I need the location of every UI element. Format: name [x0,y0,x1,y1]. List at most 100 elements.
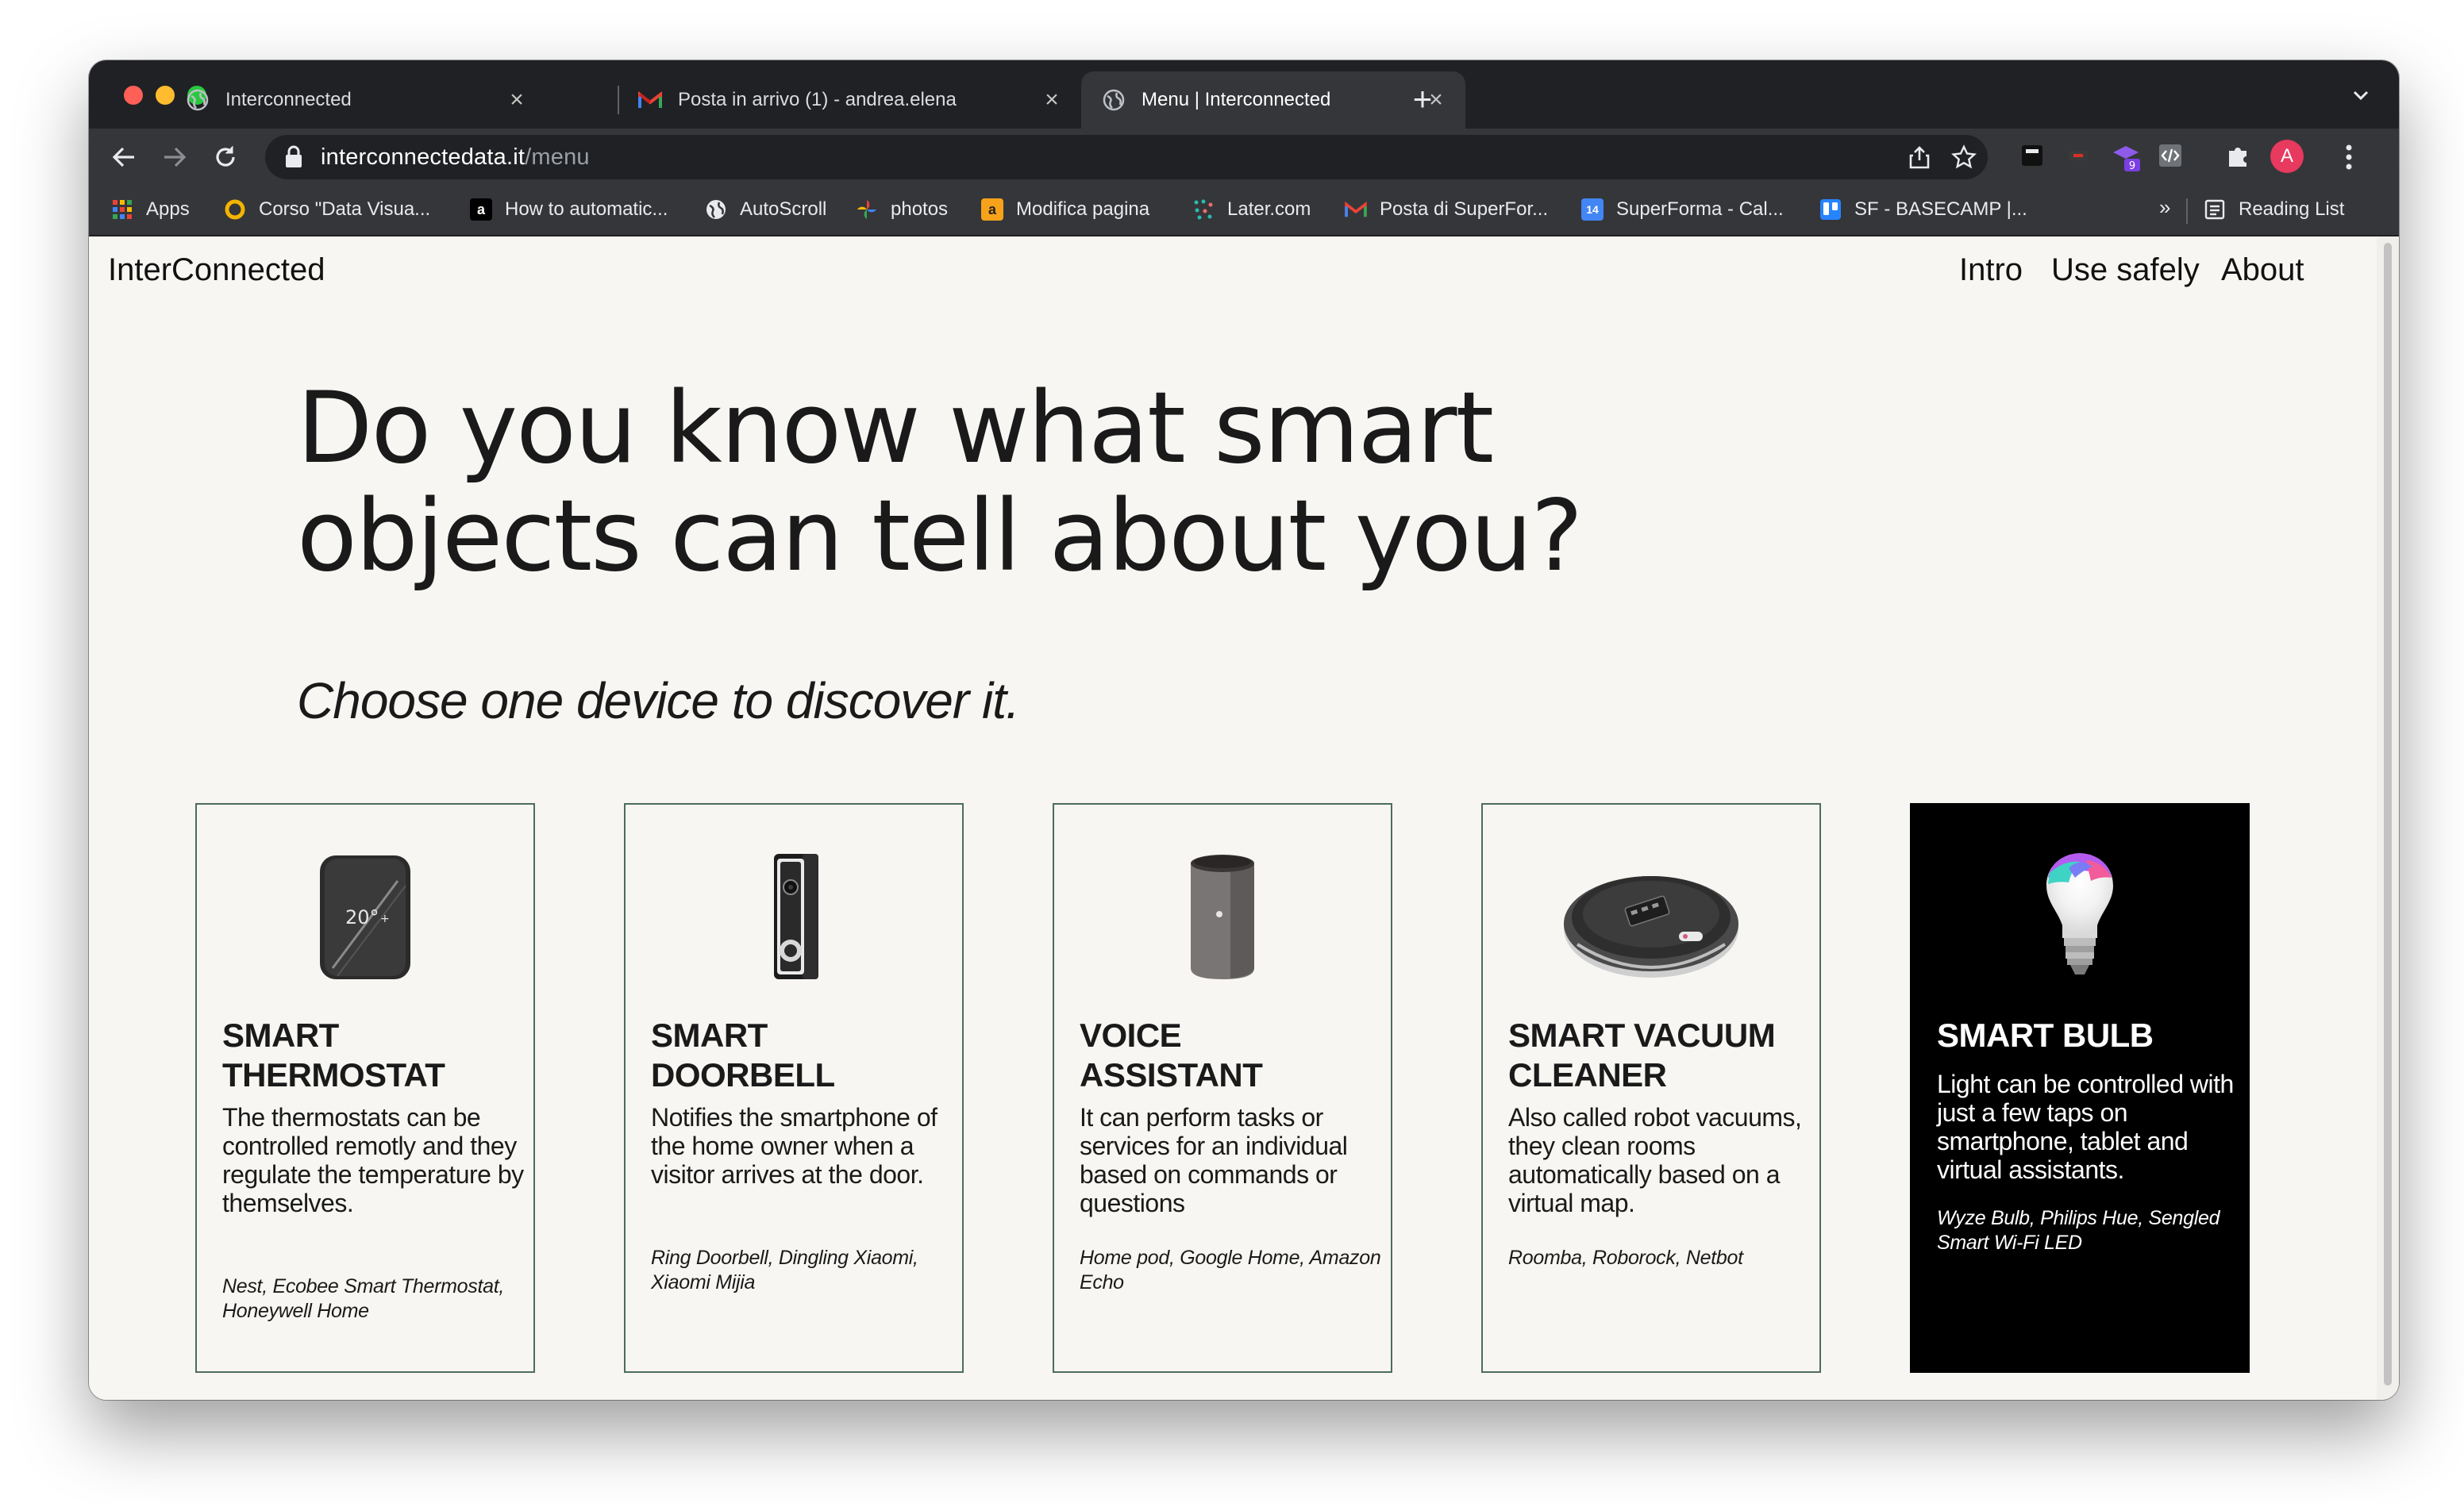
extension-dark-square-icon[interactable] [2018,141,2046,170]
browser-toolbar: interconnectedata.it/menu 9 A [89,129,2399,184]
bookmark-superforma-cal[interactable]: 14 SuperForma - Cal... [1581,184,1784,235]
close-tab-icon[interactable]: × [1040,86,1064,113]
bookmarks-overflow-button[interactable]: » [2159,195,2170,220]
reload-icon[interactable] [208,140,243,175]
hero-subtitle: Choose one device to discover it. [297,672,1020,729]
device-card-smart-bulb[interactable]: SMART BULB Light can be controlled with … [1910,803,2250,1373]
card-description: Notifies the smartphone of the home owne… [651,1103,937,1189]
globe-icon [186,88,210,112]
reading-list-button[interactable]: Reading List [2204,184,2344,235]
back-arrow-icon[interactable] [106,140,141,175]
thermostat-readout: 20° [345,906,379,928]
a-logo-icon: a [470,198,492,221]
share-icon[interactable] [1907,144,1932,170]
close-window-button[interactable] [124,86,143,105]
card-title-line-2: CLEANER [1508,1056,1667,1094]
gmail-icon [638,88,662,112]
device-card-smart-vacuum-cleaner[interactable]: SMART VACUUM CLEANER Also called robot v… [1481,803,1821,1373]
site-logo[interactable]: InterConnected [108,252,325,288]
ring-icon [224,198,246,221]
nav-link-use-safely[interactable]: Use safely [2051,252,2200,288]
card-brands: Ring Doorbell, Dingling Xiaomi, Xiaomi M… [651,1247,918,1294]
tab-strip: Interconnected × Posta in arrivo (1) - a… [89,60,2399,129]
bookmark-star-icon[interactable] [1950,144,1977,170]
extension-badge: 9 [2129,160,2135,172]
bookmark-label: Later.com [1227,198,1311,220]
later-icon [1192,198,1215,221]
bookmark-label: SuperForma - Cal... [1616,198,1784,220]
tab-interconnected[interactable]: Interconnected × [165,71,546,129]
trello-icon [1819,198,1842,221]
scrollbar-thumb[interactable] [2384,243,2392,1386]
bookmark-later-com[interactable]: Later.com [1192,184,1311,235]
nav-link-intro[interactable]: Intro [1959,252,2023,288]
card-description: The thermostats can be controlled remotl… [222,1103,524,1217]
card-title: SMART THERMOSTAT [222,1016,524,1095]
device-card-smart-thermostat[interactable]: 20° + SMART THERMOSTAT The thermostats c… [195,803,535,1373]
bookmark-posta-superforma[interactable]: Posta di SuperFor... [1345,184,1548,235]
globe-icon [1102,88,1126,112]
gmail-icon [1345,198,1367,221]
extension-red-icon[interactable] [2064,141,2092,170]
lock-icon[interactable] [284,145,303,169]
more-menu-icon[interactable] [2337,140,2361,175]
tab-search-chevron-icon[interactable] [2345,79,2377,111]
close-tab-icon[interactable]: × [505,86,529,113]
hero-title: Do you know what smart objects can tell … [297,375,1805,590]
card-title: VOICE ASSISTANT [1080,1016,1381,1095]
pinwheel-icon [856,198,878,221]
bookmark-corso-data-visua[interactable]: Corso "Data Visua... [224,184,430,235]
card-title-line-1: SMART [651,1017,768,1054]
bookmark-label: Posta di SuperFor... [1380,198,1549,220]
card-title-line-2: ASSISTANT [1080,1056,1263,1094]
new-tab-button[interactable]: + [1402,79,1443,121]
globe-icon [705,198,727,221]
tab-title: Posta in arrivo (1) - andrea.elena [678,89,957,110]
smart-bulb-icon [1912,849,2248,984]
hero-title-line-1: Do you know what smart [297,371,1494,486]
puzzle-extensions-icon[interactable] [2224,141,2253,170]
card-title: SMART DOORBELL [651,1016,953,1095]
forward-arrow-icon[interactable] [157,140,192,175]
bookmark-photos[interactable]: photos [856,184,948,235]
url-host: interconnectedata.it [321,144,526,170]
bookmark-label: SF - BASECAMP |... [1854,198,2027,220]
doorbell-icon [626,849,962,984]
bookmarks-divider [2186,198,2188,224]
svg-text:+: + [380,913,390,925]
url-path: /menu [525,144,590,170]
card-description: Light can be controlled with just a few … [1937,1070,2234,1184]
a-orange-icon: a [981,198,1003,221]
nav-link-about[interactable]: About [2221,252,2304,288]
thermostat-icon: 20° + [197,849,533,984]
tab-gmail[interactable]: Posta in arrivo (1) - andrea.elena × [618,71,1081,129]
bookmark-modifica-pagina[interactable]: a Modifica pagina [981,184,1149,235]
address-bar[interactable]: interconnectedata.it/menu [265,135,1988,179]
apps-grid-icon [111,198,133,221]
page-scrollbar[interactable] [2377,236,2399,1400]
profile-avatar[interactable]: A [2270,140,2304,173]
card-title-line-1: SMART [222,1017,339,1054]
url-text: interconnectedata.it/menu [321,144,590,171]
card-title-line-1: VOICE [1080,1017,1182,1054]
device-card-smart-doorbell[interactable]: SMART DOORBELL Notifies the smartphone o… [624,803,964,1373]
tab-title: Menu | Interconnected [1142,89,1331,110]
bookmark-label: Corso "Data Visua... [259,198,431,220]
hero-title-line-2: objects can tell about you? [297,479,1583,594]
reading-list-label: Reading List [2239,198,2345,220]
bookmark-how-to-automatic[interactable]: a How to automatic... [470,184,668,235]
bookmark-apps[interactable]: Apps [111,184,190,235]
smart-speaker-icon [1054,849,1391,984]
extension-code-icon[interactable] [2156,141,2185,170]
card-title-line-1: SMART VACUUM [1508,1017,1776,1054]
card-description: It can perform tasks or services for an … [1080,1103,1348,1217]
card-brands: Nest, Ecobee Smart Thermostat, Honeywell… [222,1275,505,1322]
device-card-voice-assistant[interactable]: VOICE ASSISTANT It can perform tasks or … [1053,803,1392,1373]
reading-list-icon [2204,198,2226,221]
extension-graduation-icon[interactable]: 9 [2110,141,2140,172]
web-page: InterConnected Intro Use safely About Do… [89,236,2399,1400]
bookmark-sf-basecamp[interactable]: SF - BASECAMP |... [1819,184,2027,235]
bookmark-autoscroll[interactable]: AutoScroll [705,184,826,235]
bookmark-label: Modifica pagina [1016,198,1150,220]
browser-window: Interconnected × Posta in arrivo (1) - a… [89,60,2399,1400]
